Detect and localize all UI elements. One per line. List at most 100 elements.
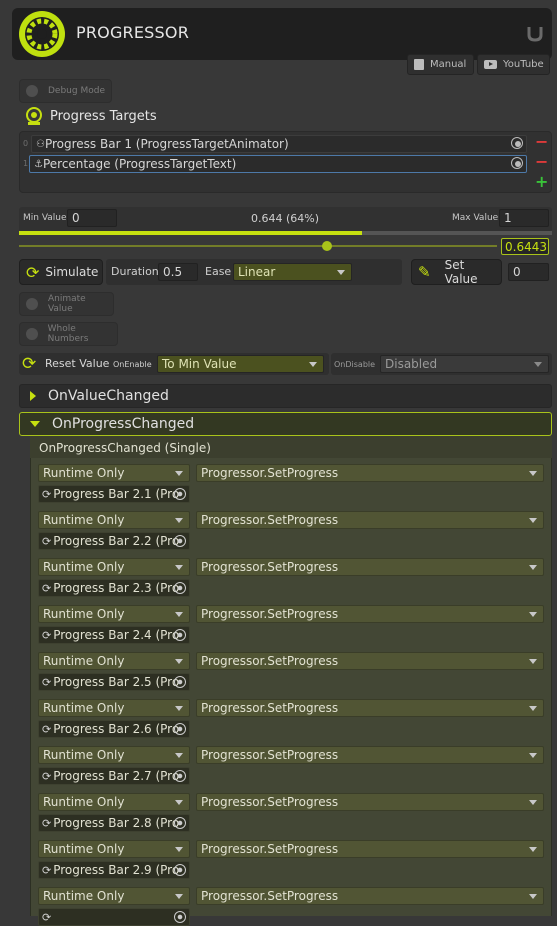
listener-target-field[interactable]: ⟳ Progress Bar 2.5 (Pro — [38, 673, 190, 691]
listener-mode-dropdown[interactable]: Runtime Only — [38, 464, 190, 482]
object-picker-icon[interactable] — [174, 817, 186, 829]
reset-icon: ⟳ — [22, 354, 37, 374]
set-value-field[interactable]: 0 — [508, 263, 549, 281]
listener-target-label: Progress Bar 2.7 (Pro — [53, 769, 180, 783]
unity-icon — [527, 27, 543, 42]
remove-target-1-button[interactable]: − — [535, 152, 548, 171]
listener-target-field[interactable]: ⟳ Progress Bar 2.7 (Pro — [38, 767, 190, 785]
listener-mode-value: Runtime Only — [43, 466, 125, 480]
whole-numbers-label: Whole Numbers — [47, 324, 89, 344]
chevron-down-icon — [175, 470, 183, 476]
listener-mode-value: Runtime Only — [43, 560, 125, 574]
triangle-down-icon — [30, 421, 40, 427]
animator-icon: ⚇ — [36, 138, 45, 150]
listener-target-field[interactable]: ⟳ Progress Bar 2.6 (Pro — [38, 720, 190, 738]
max-value-field[interactable]: 1 — [499, 209, 549, 227]
object-picker-icon[interactable] — [511, 137, 523, 149]
ease-dropdown[interactable]: Linear — [233, 263, 352, 281]
manual-button[interactable]: Manual — [407, 54, 474, 75]
listener-mode-dropdown[interactable]: Runtime Only — [38, 605, 190, 623]
listener-mode-dropdown[interactable]: Runtime Only — [38, 699, 190, 717]
object-picker-icon[interactable] — [174, 535, 186, 547]
animate-value-toggle[interactable]: Animate Value — [19, 292, 114, 316]
list-index: 1 — [23, 159, 29, 168]
listener-mode-dropdown[interactable]: Runtime Only — [38, 746, 190, 764]
on-value-changed-foldout[interactable]: OnValueChanged — [19, 384, 552, 408]
toggle-dot — [26, 298, 38, 310]
object-picker-icon[interactable] — [174, 488, 186, 500]
listener-mode-dropdown[interactable]: Runtime Only — [38, 887, 190, 905]
on-disable-value: Disabled — [385, 357, 438, 371]
listener-target-field[interactable]: ⟳ Progress Bar 2.8 (Pro — [38, 814, 190, 832]
listener-mode-dropdown[interactable]: Runtime Only — [38, 558, 190, 576]
listener-target-label: Progress Bar 2.6 (Pro — [53, 722, 180, 736]
object-picker-icon[interactable] — [174, 676, 186, 688]
object-picker-icon[interactable] — [174, 770, 186, 782]
listener-method-dropdown[interactable]: Progressor.SetProgress — [196, 605, 544, 623]
listener-method-dropdown[interactable]: Progressor.SetProgress — [196, 511, 544, 529]
on-enable-dropdown[interactable]: To Min Value — [157, 355, 324, 373]
listener-target-field[interactable]: ⟳ Progress Bar 2.4 (Pro — [38, 626, 190, 644]
target-field-1[interactable]: ⚓ Percentage (ProgressTargetText) — [29, 155, 527, 173]
slider-thumb[interactable] — [321, 241, 332, 251]
object-picker-icon[interactable] — [174, 629, 186, 641]
listener-mode-dropdown[interactable]: Runtime Only — [38, 840, 190, 858]
listener-method-dropdown[interactable]: Progressor.SetProgress — [196, 652, 544, 670]
whole-numbers-toggle[interactable]: Whole Numbers — [19, 322, 118, 346]
listener-method-dropdown[interactable]: Progressor.SetProgress — [196, 558, 544, 576]
progressor-small-icon: ⟳ — [42, 722, 52, 736]
progressor-small-icon: ⟳ — [42, 534, 52, 548]
object-picker-icon[interactable] — [174, 582, 186, 594]
ease-value: Linear — [238, 265, 276, 279]
listener-target-field[interactable]: ⟳ Progress Bar 2.9 (Pro — [38, 861, 190, 879]
min-value-field[interactable]: 0 — [67, 209, 117, 227]
listener-target-label: Progress Bar 2.3 (Pro — [53, 581, 180, 595]
triangle-right-icon — [30, 391, 36, 401]
listener-target-field[interactable]: ⟳ Progress Bar 2.2 (Pro — [38, 532, 190, 550]
slider-track[interactable] — [19, 245, 497, 247]
chevron-down-icon — [175, 705, 183, 711]
youtube-label: YouTube — [503, 59, 544, 70]
ease-label: Ease — [205, 265, 232, 278]
listener-target-field[interactable]: ⟳ Progress Bar 2.1 (Pro — [38, 485, 190, 503]
chevron-down-icon — [529, 893, 537, 899]
listener-method-dropdown[interactable]: Progressor.SetProgress — [196, 746, 544, 764]
simulate-button[interactable]: ⟳ Simulate — [19, 259, 103, 285]
progressor-small-icon: ⟳ — [42, 487, 52, 501]
listener-method-dropdown[interactable]: Progressor.SetProgress — [196, 887, 544, 905]
listener-method-value: Progressor.SetProgress — [201, 560, 339, 574]
listener-mode-dropdown[interactable]: Runtime Only — [38, 652, 190, 670]
listener-target-field[interactable]: ⟳ Progress Bar 2.3 (Pro — [38, 579, 190, 597]
slider-value-field[interactable]: 0.6443 — [501, 238, 549, 255]
object-picker-icon[interactable] — [174, 864, 186, 876]
target-field-0[interactable]: ⚇ Progress Bar 1 (ProgressTargetAnimator… — [31, 135, 527, 153]
on-progress-changed-foldout[interactable]: OnProgressChanged — [19, 412, 552, 436]
chevron-down-icon — [529, 517, 537, 523]
chevron-down-icon — [529, 658, 537, 664]
listener-mode-dropdown[interactable]: Runtime Only — [38, 511, 190, 529]
listener-mode-value: Runtime Only — [43, 701, 125, 715]
listener-method-dropdown[interactable]: Progressor.SetProgress — [196, 793, 544, 811]
progressor-small-icon: ⟳ — [42, 581, 52, 595]
set-value-button[interactable]: ✎ Set Value — [411, 258, 502, 286]
manual-label: Manual — [430, 59, 467, 70]
chevron-down-icon — [529, 470, 537, 476]
debug-mode-toggle[interactable]: Debug Mode — [19, 79, 112, 103]
duration-field[interactable]: 0.5 — [158, 263, 198, 281]
object-picker-icon[interactable] — [174, 723, 186, 735]
chevron-down-icon — [175, 658, 183, 664]
youtube-button[interactable]: YouTube — [477, 54, 550, 75]
on-disable-label: OnDisable — [334, 360, 376, 369]
listener-method-dropdown[interactable]: Progressor.SetProgress — [196, 464, 544, 482]
target-icon — [26, 107, 42, 125]
add-target-button[interactable]: + — [535, 172, 548, 191]
listener-method-dropdown[interactable]: Progressor.SetProgress — [196, 699, 544, 717]
remove-target-0-button[interactable]: − — [535, 132, 548, 151]
listener-mode-value: Runtime Only — [43, 795, 125, 809]
object-picker-icon[interactable] — [174, 911, 186, 923]
listener-method-dropdown[interactable]: Progressor.SetProgress — [196, 840, 544, 858]
chevron-down-icon — [529, 752, 537, 758]
on-disable-dropdown[interactable]: Disabled — [380, 355, 549, 373]
object-picker-icon[interactable] — [511, 157, 523, 169]
listener-mode-dropdown[interactable]: Runtime Only — [38, 793, 190, 811]
